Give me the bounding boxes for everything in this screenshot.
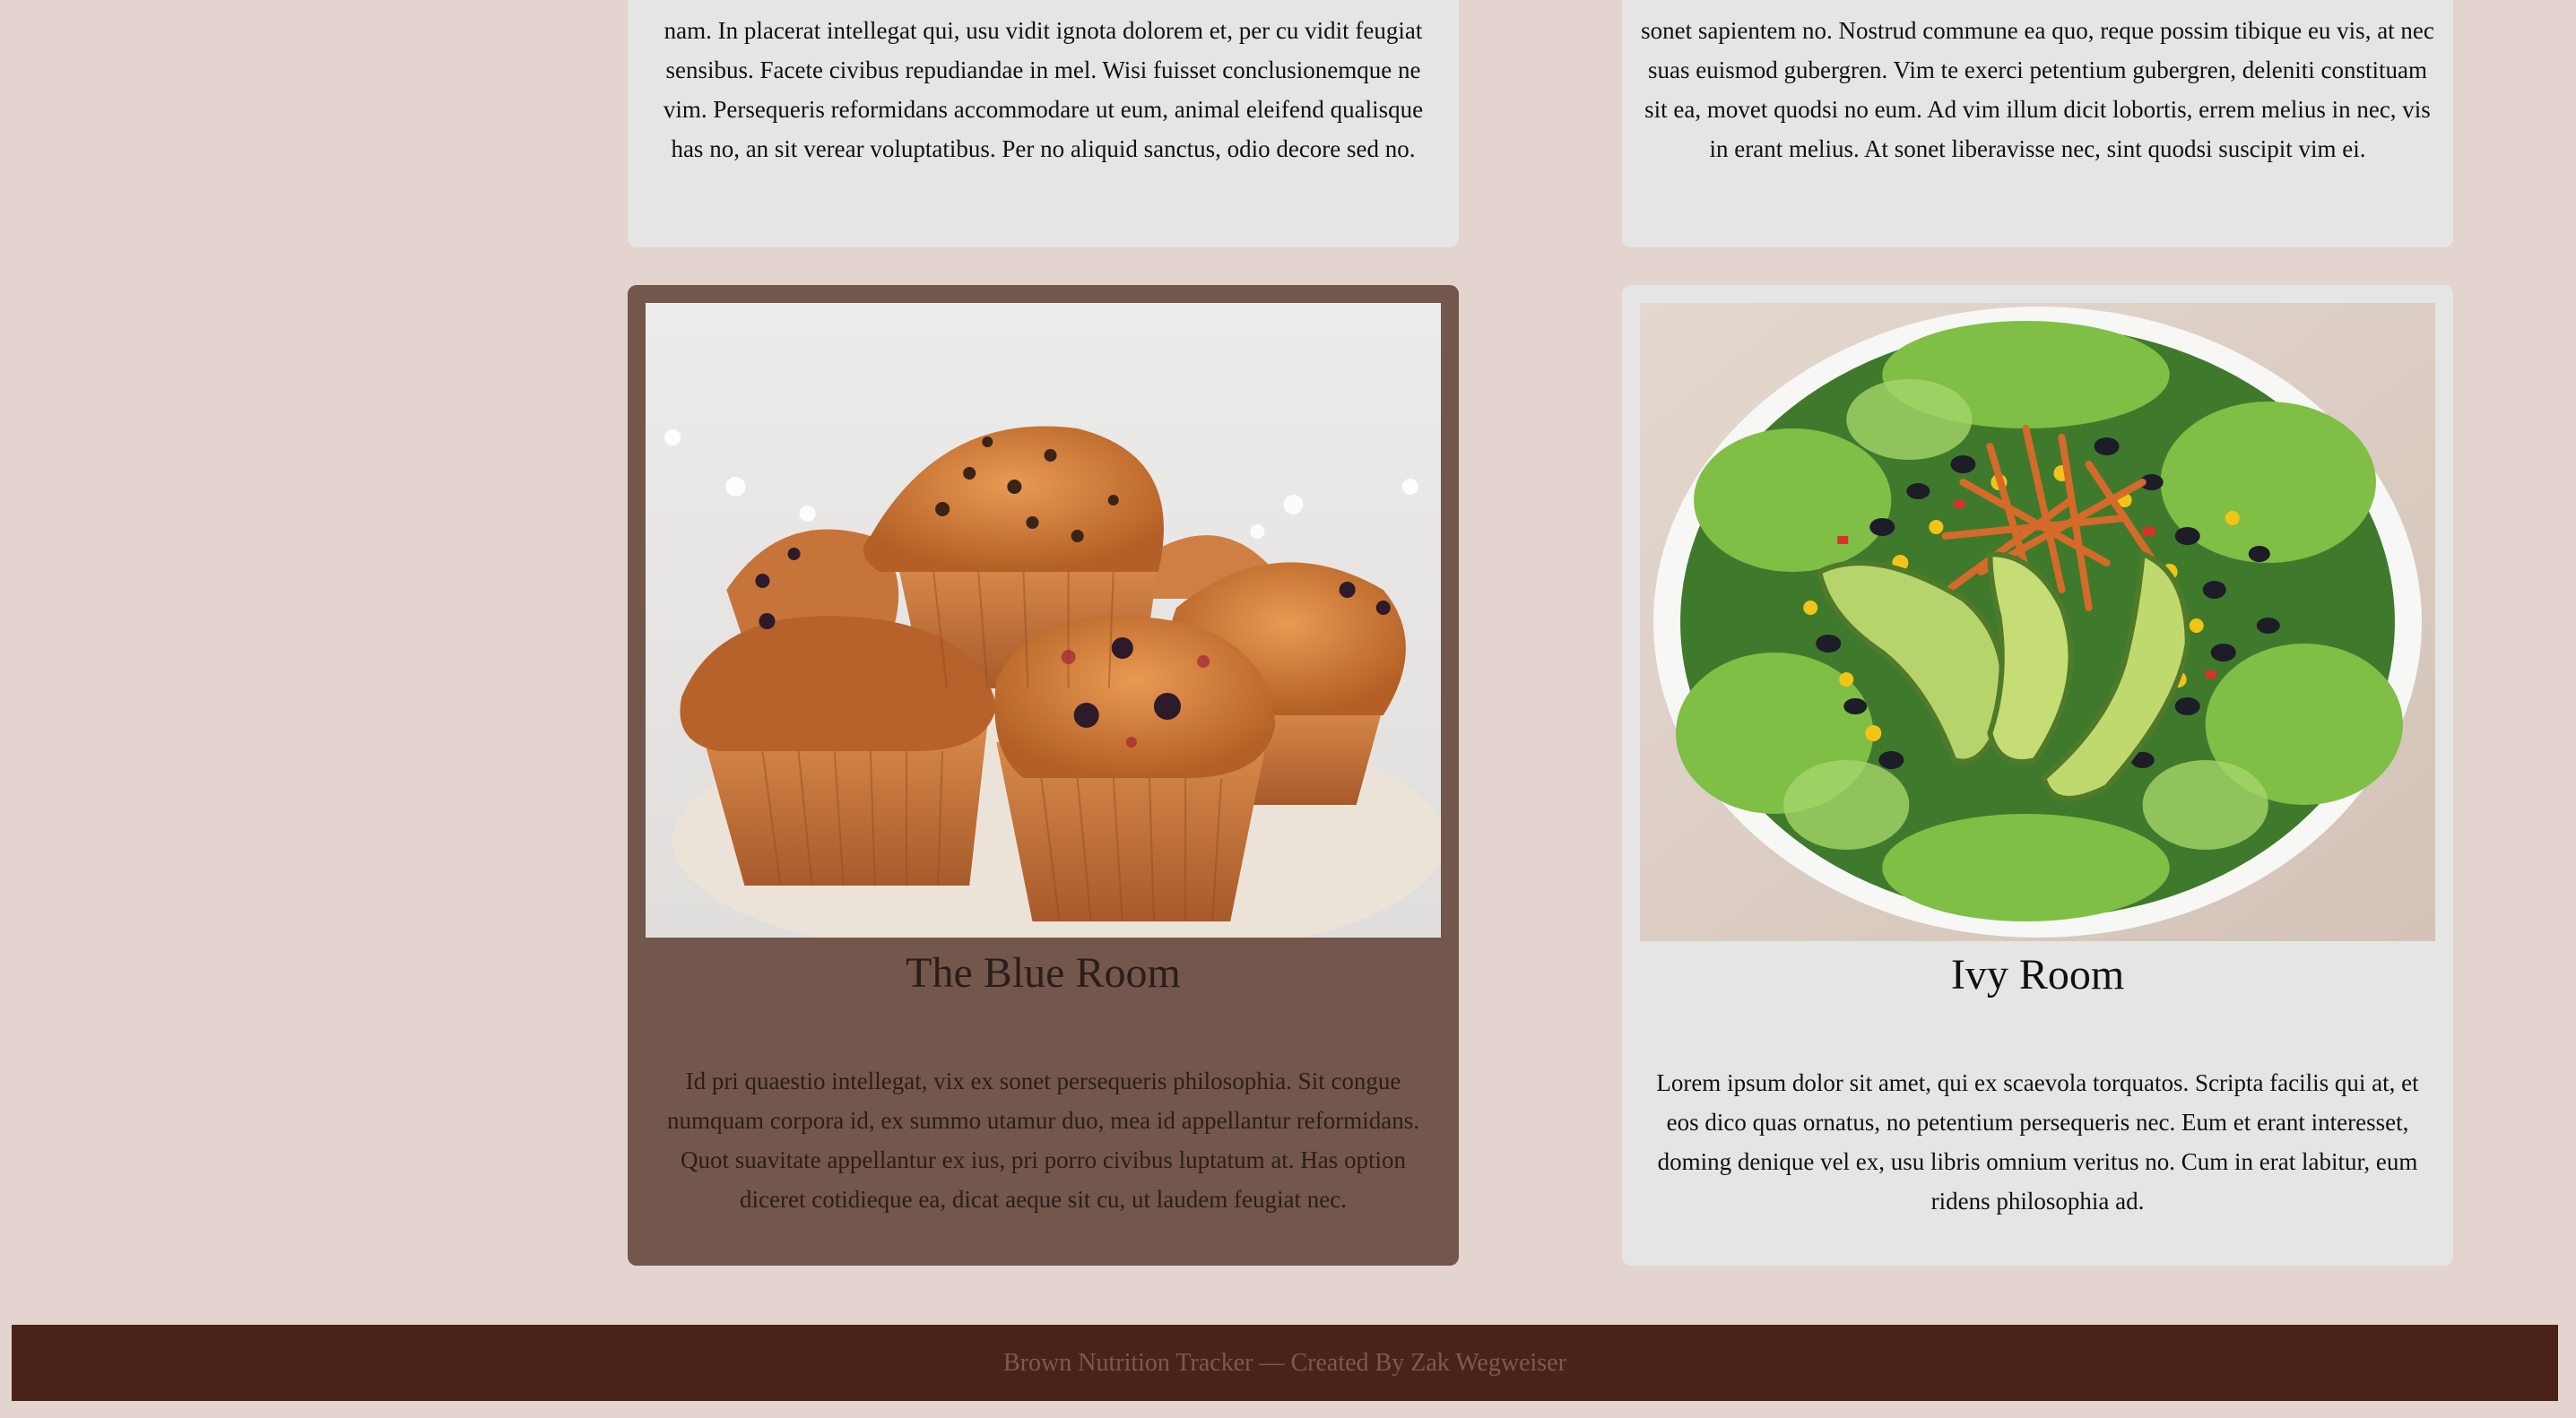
muffins-photo: [646, 303, 1441, 938]
dining-card-title: Ivy Room: [1950, 951, 2125, 999]
dining-card-description: nam. In placerat intellegat qui, usu vid…: [663, 17, 1424, 162]
page: nam. In placerat intellegat qui, usu vid…: [0, 0, 2576, 1418]
dining-card-top-left[interactable]: nam. In placerat intellegat qui, usu vid…: [628, 0, 1459, 247]
dining-card-top-right[interactable]: sonet sapientem no. Nostrud commune ea q…: [1622, 0, 2453, 247]
footer-text: Brown Nutrition Tracker — Created By Zak…: [1003, 1349, 1566, 1377]
dining-card-description: Lorem ipsum dolor sit amet, qui ex scaev…: [1656, 1069, 2419, 1215]
site-footer: Brown Nutrition Tracker — Created By Zak…: [12, 1325, 2558, 1401]
dining-card-description: Id pri quaestio intellegat, vix ex sonet…: [666, 1068, 1420, 1213]
dining-card-title: The Blue Room: [906, 949, 1181, 997]
dining-card-ivy-room[interactable]: Ivy Room Lorem ipsum dolor sit amet, qui…: [1622, 285, 2453, 1266]
salad-bowl-photo: [1640, 303, 2435, 941]
dining-card-description: sonet sapientem no. Nostrud commune ea q…: [1641, 17, 2434, 162]
dining-card-blue-room[interactable]: The Blue Room Id pri quaestio intellegat…: [628, 285, 1459, 1266]
